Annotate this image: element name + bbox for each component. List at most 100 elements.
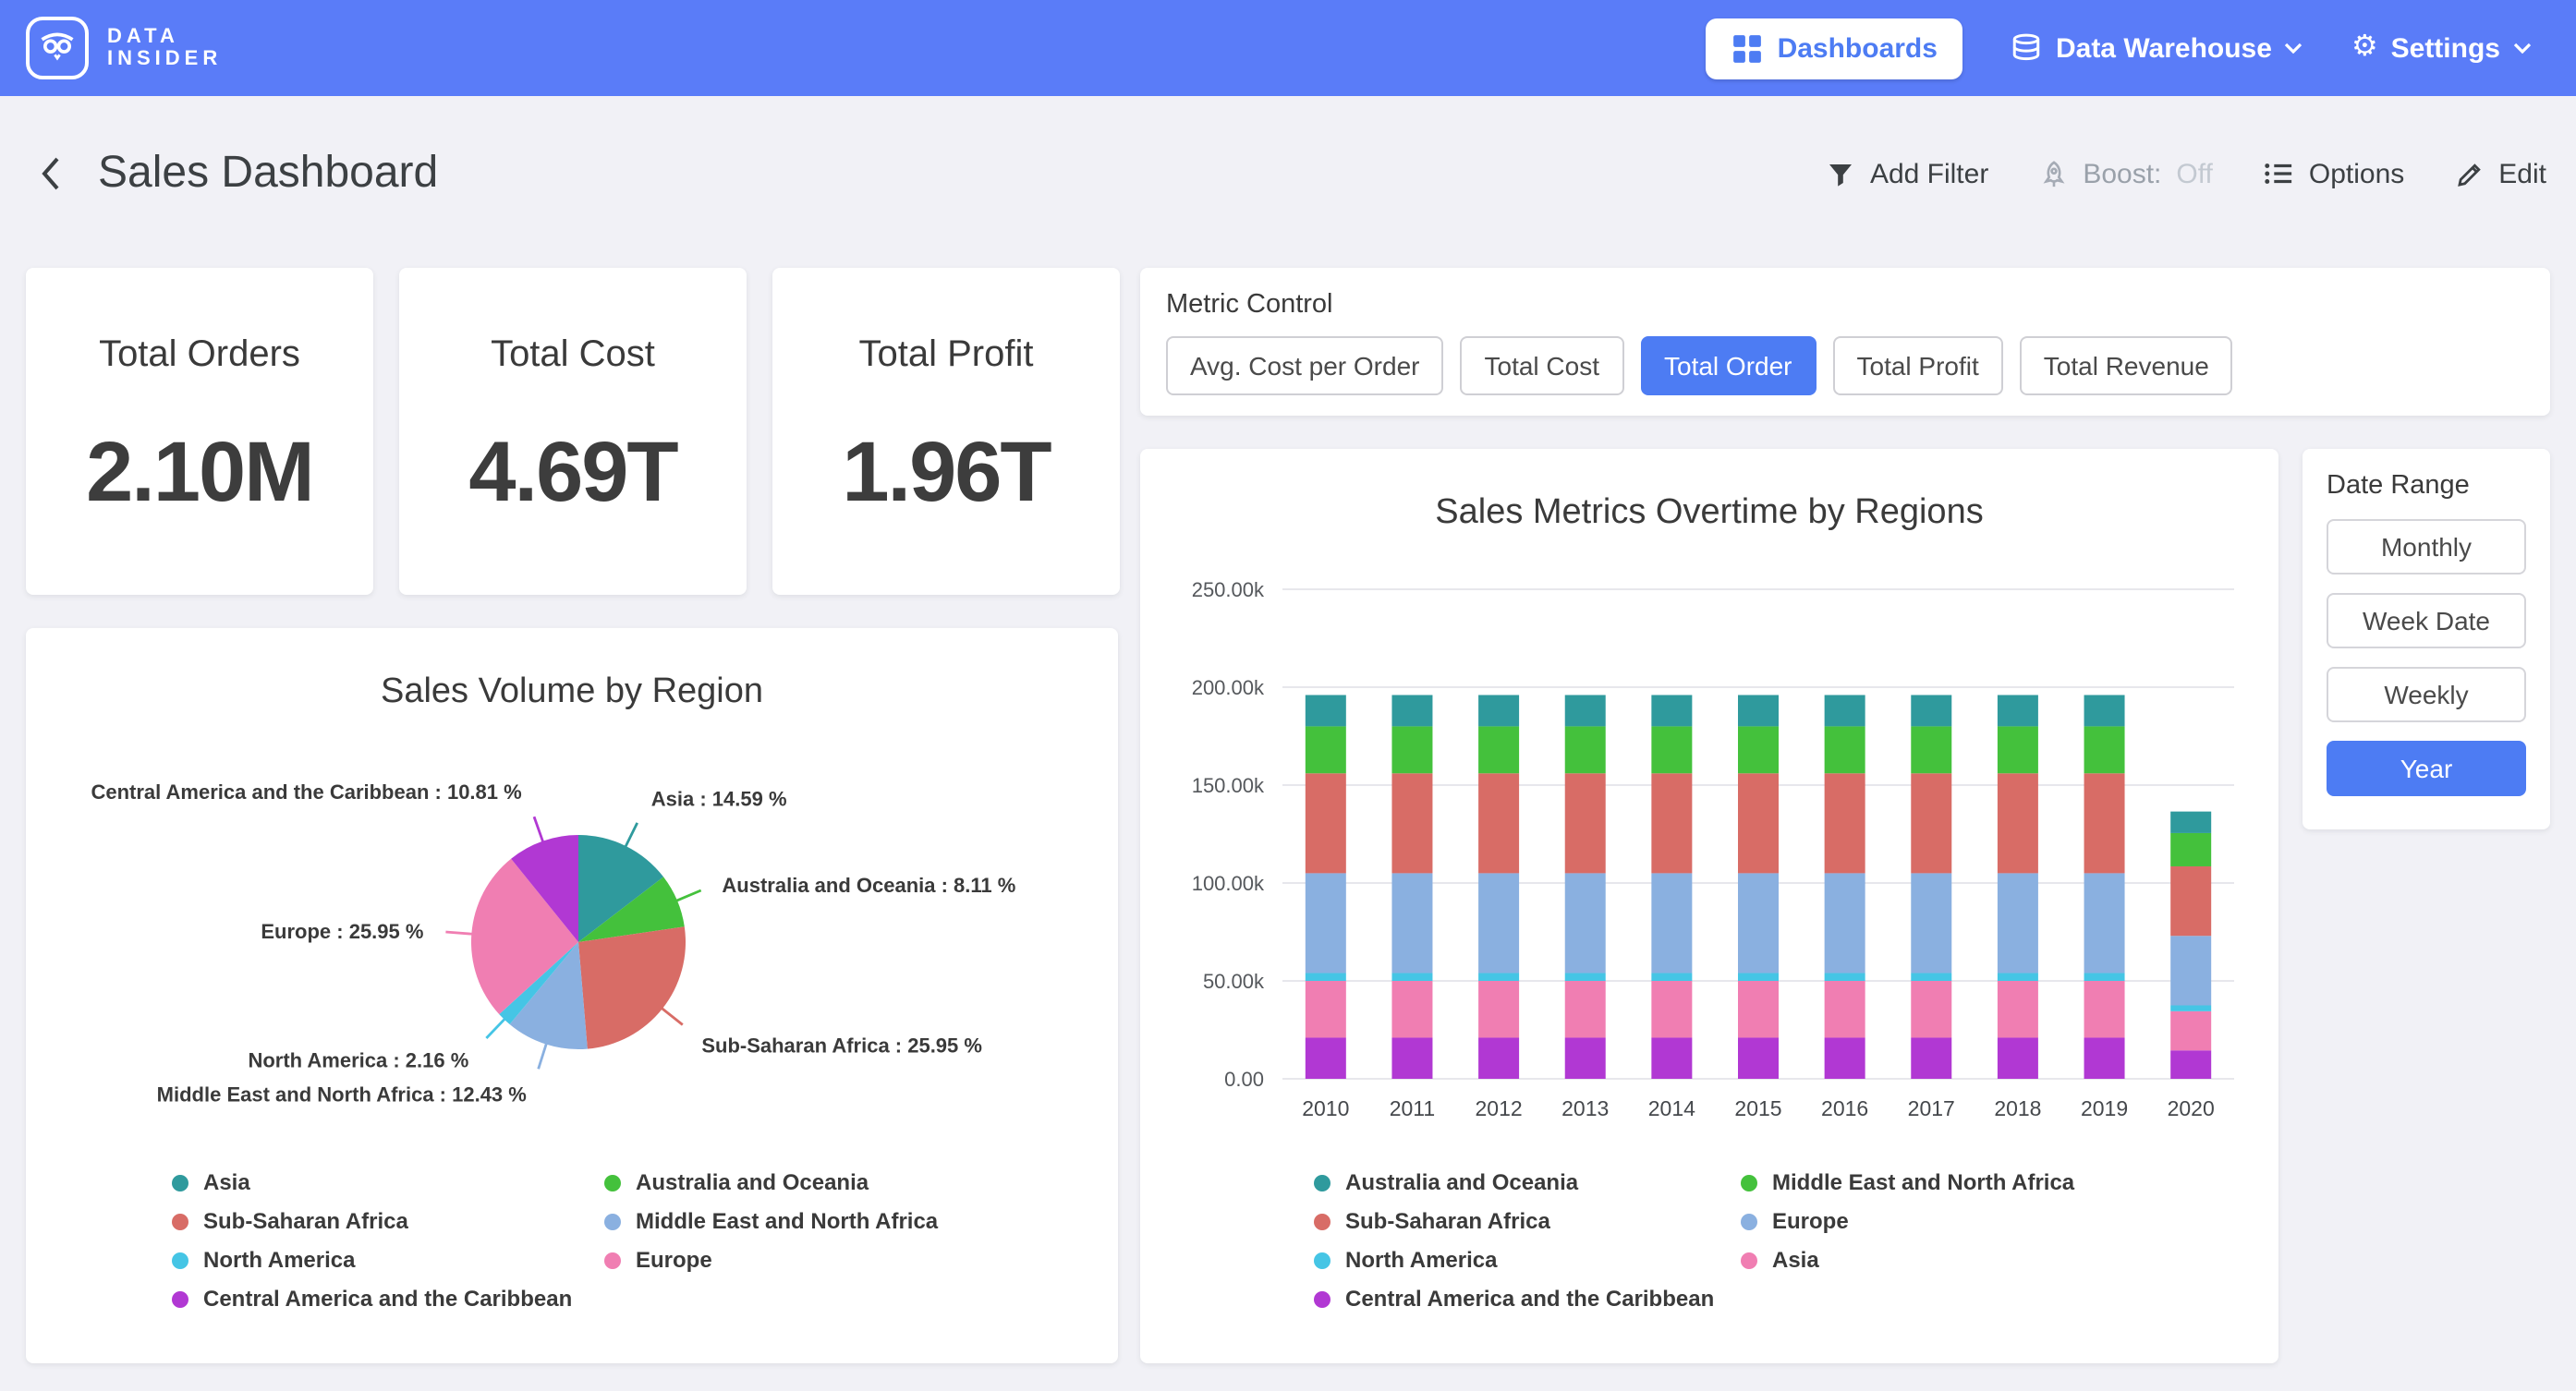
nav-settings[interactable]: ⚙ Settings <box>2351 32 2532 64</box>
bar-segment[interactable] <box>2170 866 2211 936</box>
date-option[interactable]: Weekly <box>2327 667 2526 722</box>
legend-item[interactable]: North America <box>1314 1247 1714 1273</box>
bar-segment[interactable] <box>1565 873 1606 973</box>
bar-segment[interactable] <box>1565 726 1606 773</box>
legend-item[interactable]: Middle East and North Africa <box>1741 1169 2074 1195</box>
bar-segment[interactable] <box>2170 1011 2211 1050</box>
bar-segment[interactable] <box>1651 873 1692 973</box>
legend-item[interactable]: Sub-Saharan Africa <box>1314 1208 1714 1234</box>
legend-item[interactable]: Central America and the Caribbean <box>1314 1286 1714 1312</box>
options-button[interactable]: Options <box>2265 158 2404 189</box>
legend-item[interactable]: Europe <box>1741 1208 2074 1234</box>
legend-item[interactable]: Sub-Saharan Africa <box>172 1208 572 1234</box>
bar-segment[interactable] <box>1391 726 1432 773</box>
bar-segment[interactable] <box>1651 981 1692 1037</box>
legend-item[interactable]: North America <box>172 1247 572 1273</box>
add-filter-button[interactable]: Add Filter <box>1826 158 1988 189</box>
bar-segment[interactable] <box>1738 1037 1779 1079</box>
bar-segment[interactable] <box>1651 974 1692 981</box>
back-button[interactable] <box>30 150 72 198</box>
bar-segment[interactable] <box>1911 773 1951 873</box>
bar-segment[interactable] <box>1306 1037 1346 1079</box>
bar-segment[interactable] <box>2084 773 2125 873</box>
pie-slice[interactable] <box>578 926 686 1048</box>
bar-segment[interactable] <box>2084 974 2125 981</box>
bar-segment[interactable] <box>1478 974 1519 981</box>
bar-segment[interactable] <box>1391 773 1432 873</box>
bar-segment[interactable] <box>1738 726 1779 773</box>
bar-segment[interactable] <box>2170 936 2211 1005</box>
bar-segment[interactable] <box>1825 1037 1865 1079</box>
nav-dashboards[interactable]: Dashboards <box>1706 18 1963 79</box>
bar-segment[interactable] <box>1306 873 1346 973</box>
bar-segment[interactable] <box>1391 974 1432 981</box>
metric-option[interactable]: Total Profit <box>1833 336 2003 395</box>
metric-option[interactable]: Total Revenue <box>2020 336 2233 395</box>
bar-segment[interactable] <box>1565 1037 1606 1079</box>
bar-segment[interactable] <box>1391 981 1432 1037</box>
bar-segment[interactable] <box>1825 981 1865 1037</box>
bar-segment[interactable] <box>1651 773 1692 873</box>
bar-segment[interactable] <box>1651 695 1692 726</box>
edit-button[interactable]: Edit <box>2456 158 2546 189</box>
bar-segment[interactable] <box>1478 695 1519 726</box>
legend-item[interactable]: Central America and the Caribbean <box>172 1286 572 1312</box>
app-logo[interactable]: DATA INSIDER <box>26 17 222 79</box>
bar-segment[interactable] <box>1825 695 1865 726</box>
bar-segment[interactable] <box>1478 1037 1519 1079</box>
bar-segment[interactable] <box>1306 974 1346 981</box>
bar-segment[interactable] <box>1998 695 2038 726</box>
bar-segment[interactable] <box>1998 873 2038 973</box>
bar-segment[interactable] <box>1825 773 1865 873</box>
bar-segment[interactable] <box>1825 974 1865 981</box>
bar-segment[interactable] <box>1998 726 2038 773</box>
bar-segment[interactable] <box>1565 695 1606 726</box>
bar-segment[interactable] <box>1306 981 1346 1037</box>
legend-item[interactable]: Middle East and North Africa <box>604 1208 938 1234</box>
bar-segment[interactable] <box>2084 695 2125 726</box>
bar-segment[interactable] <box>1911 873 1951 973</box>
metric-option[interactable]: Total Cost <box>1461 336 1624 395</box>
bar-segment[interactable] <box>1738 873 1779 973</box>
bar-segment[interactable] <box>1565 981 1606 1037</box>
date-option[interactable]: Week Date <box>2327 593 2526 648</box>
bar-segment[interactable] <box>1478 981 1519 1037</box>
bar-segment[interactable] <box>1306 726 1346 773</box>
bar-segment[interactable] <box>1306 695 1346 726</box>
bar-segment[interactable] <box>1565 974 1606 981</box>
date-option[interactable]: Year <box>2327 741 2526 796</box>
bar-segment[interactable] <box>1998 1037 2038 1079</box>
bar-segment[interactable] <box>1911 695 1951 726</box>
metric-option[interactable]: Total Order <box>1640 336 1817 395</box>
bar-segment[interactable] <box>1478 873 1519 973</box>
bar-segment[interactable] <box>1911 981 1951 1037</box>
bar-segment[interactable] <box>1306 773 1346 873</box>
bar-segment[interactable] <box>1825 873 1865 973</box>
bar-segment[interactable] <box>2084 1037 2125 1079</box>
bar-segment[interactable] <box>1738 974 1779 981</box>
bar-segment[interactable] <box>2084 981 2125 1037</box>
bar-segment[interactable] <box>2084 726 2125 773</box>
bar-segment[interactable] <box>1391 1037 1432 1079</box>
legend-item[interactable]: Asia <box>1741 1247 2074 1273</box>
bar-segment[interactable] <box>2170 1050 2211 1079</box>
nav-data-warehouse[interactable]: Data Warehouse <box>2011 32 2303 64</box>
bar-segment[interactable] <box>1478 773 1519 873</box>
legend-item[interactable]: Europe <box>604 1247 938 1273</box>
bar-segment[interactable] <box>1651 1037 1692 1079</box>
bar-segment[interactable] <box>1998 773 2038 873</box>
bar-segment[interactable] <box>2170 812 2211 833</box>
legend-item[interactable]: Australia and Oceania <box>604 1169 938 1195</box>
boost-toggle[interactable]: Boost: Off <box>2040 158 2213 189</box>
bar-segment[interactable] <box>1911 974 1951 981</box>
bar-segment[interactable] <box>2170 833 2211 866</box>
date-option[interactable]: Monthly <box>2327 519 2526 575</box>
bar-segment[interactable] <box>2170 1006 2211 1011</box>
bar-segment[interactable] <box>1998 974 2038 981</box>
bar-segment[interactable] <box>1391 695 1432 726</box>
bar-segment[interactable] <box>1565 773 1606 873</box>
bar-segment[interactable] <box>1391 873 1432 973</box>
bar-segment[interactable] <box>1651 726 1692 773</box>
bar-segment[interactable] <box>1825 726 1865 773</box>
bar-segment[interactable] <box>1478 726 1519 773</box>
